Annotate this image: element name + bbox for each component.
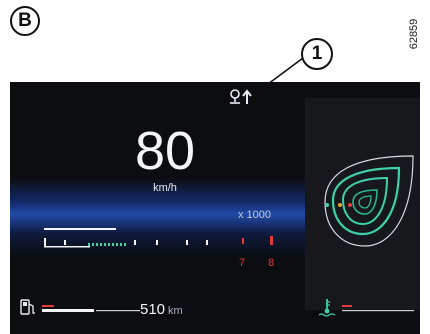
fuel-level-fill — [42, 309, 94, 312]
temperature-gauge-track — [342, 310, 414, 312]
fuel-gauge — [42, 305, 140, 312]
instrument-cluster: 80 km/h x 1000 7 8 510 km — [10, 82, 420, 334]
tach-label-7: 7 — [239, 257, 246, 269]
fuel-range-value: 510 — [140, 301, 166, 318]
fuel-range: 510 km — [140, 301, 183, 318]
tachometer-bar — [44, 228, 273, 248]
speed-value: 80 — [134, 121, 196, 181]
navigation-pin-arrow-icon — [230, 89, 252, 104]
coolant-temperature-gauge — [342, 305, 414, 312]
tach-label-8: 8 — [268, 257, 275, 269]
coolant-temperature-icon — [318, 299, 336, 317]
tach-current-segment — [88, 243, 126, 246]
figure-reference-number: 62859 — [408, 18, 420, 50]
fuel-pump-icon — [20, 299, 35, 315]
speed-unit: km/h — [153, 182, 177, 194]
fuel-range-unit: km — [168, 305, 183, 317]
tachometer-multiplier: x 1000 — [238, 209, 272, 221]
fuel-gauge-track — [96, 310, 140, 312]
tach-redline-ticks — [242, 236, 273, 245]
temperature-marker — [342, 305, 352, 307]
eco-drop-icon — [324, 155, 414, 247]
callout-number: 1 — [301, 38, 333, 70]
tach-top-line — [44, 228, 116, 230]
figure-label: B — [10, 6, 40, 36]
fuel-level-marker — [42, 305, 54, 307]
tach-baseline — [44, 246, 90, 248]
